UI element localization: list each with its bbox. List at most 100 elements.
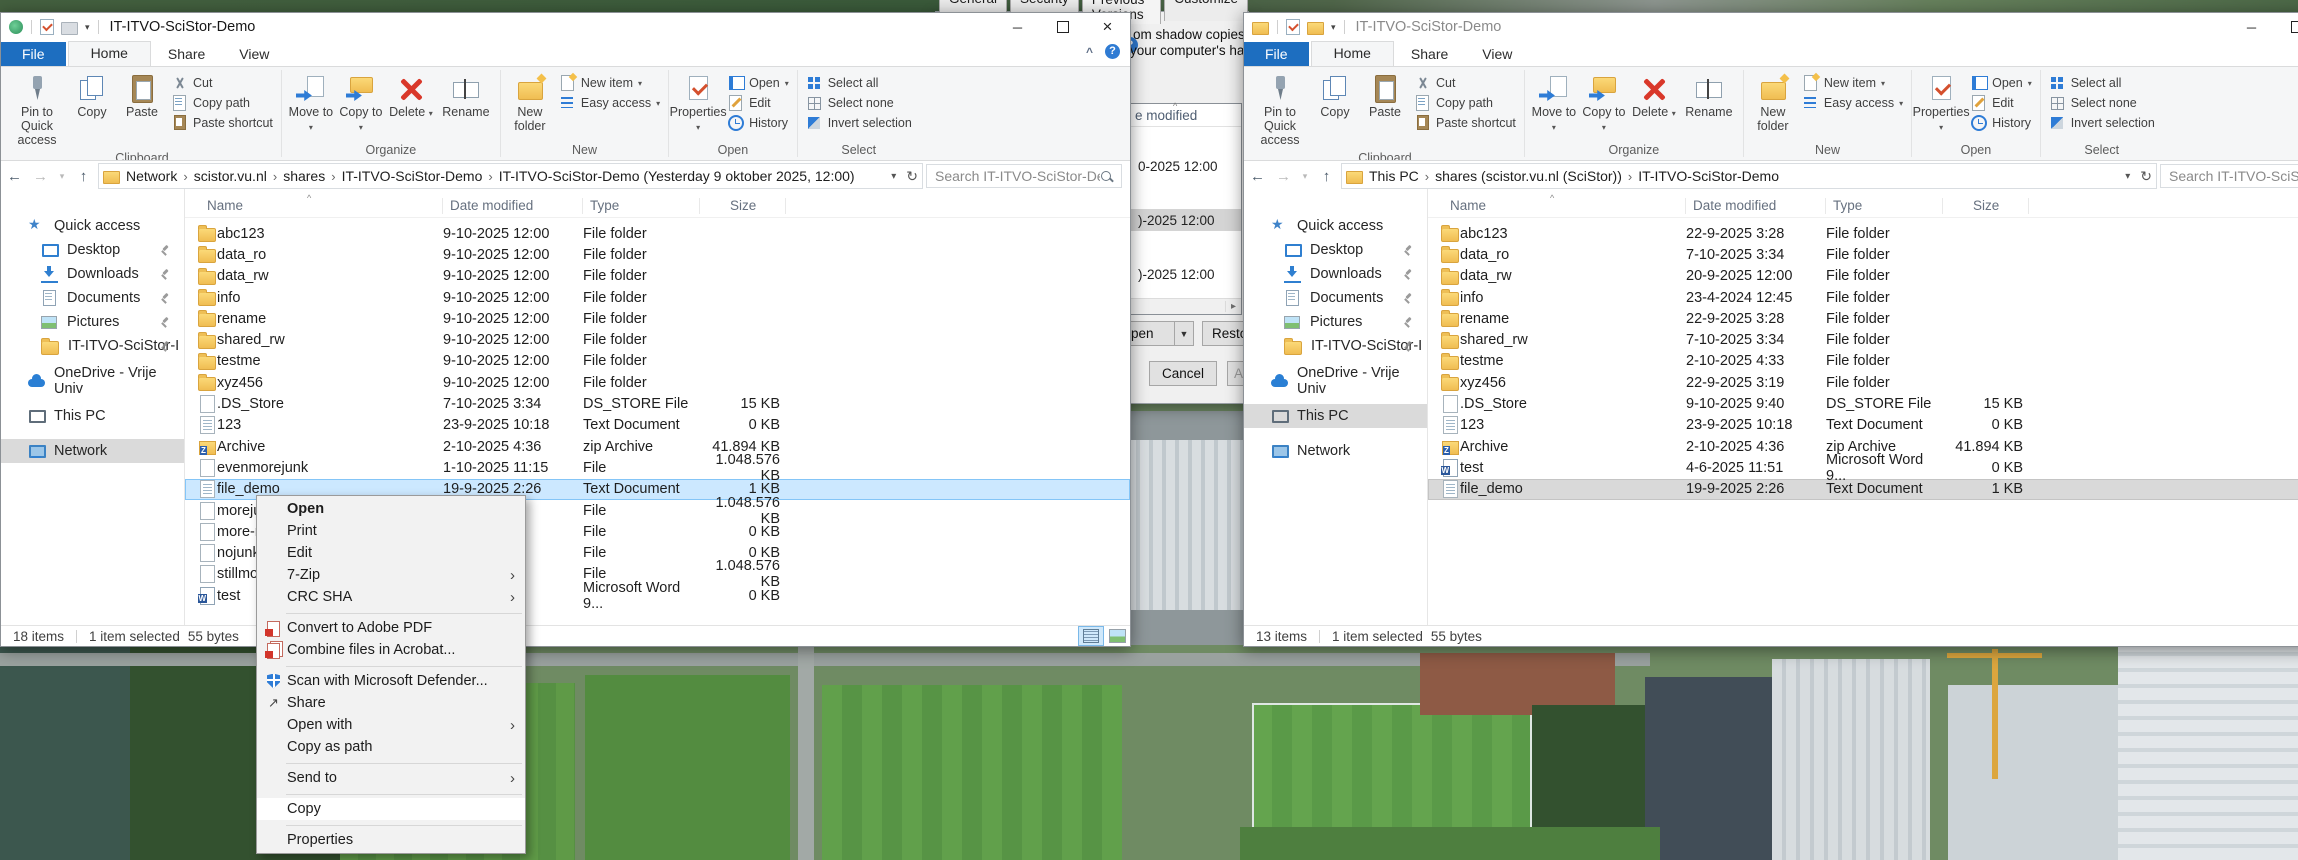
qat-customize-caret-icon[interactable]: ▾ [1331, 22, 1336, 33]
file-row-8[interactable]: .DS_Store 7-10-2025 3:34 DS_STORE File 1… [185, 393, 1130, 414]
file-row-2[interactable]: data_rw 20-9-2025 12:00 File folder [1428, 266, 2298, 287]
maximize-button[interactable] [1040, 13, 1085, 41]
easy-access-button[interactable]: Easy access ▾ [1799, 95, 1906, 111]
tab-home[interactable]: Home [67, 41, 151, 66]
address-bar[interactable]: This PC › shares (scistor.vu.nl (SciStor… [1341, 163, 2157, 189]
file-row-1[interactable]: data_ro 9-10-2025 12:00 File folder [185, 244, 1130, 265]
up-button[interactable]: ↑ [72, 168, 95, 185]
minimize-button[interactable]: ─ [2229, 13, 2274, 41]
new-folder-button[interactable]: New folder [1749, 70, 1797, 136]
file-row-5[interactable]: shared_rw 7-10-2025 3:34 File folder [1428, 329, 2298, 350]
history-button[interactable]: History [1967, 115, 2035, 131]
column-header-type[interactable]: Type [1826, 198, 1943, 214]
breadcrumb-item-1[interactable]: scistor.vu.nl [188, 168, 273, 184]
sidebar-item-8[interactable]: Network [1244, 439, 1427, 463]
search-box[interactable]: Search IT-ITVO-SciStor-Demo [926, 164, 1122, 188]
copy-button[interactable]: Copy [1311, 70, 1359, 122]
context-menu-item-17[interactable]: › [257, 820, 525, 829]
open-button[interactable]: Open ▾ [1967, 75, 2035, 91]
sidebar-item-4[interactable]: Pictures [1, 310, 184, 334]
file-row-6[interactable]: testme 9-10-2025 12:00 File folder [185, 351, 1130, 372]
edit-button[interactable]: Edit [724, 95, 792, 111]
file-row-4[interactable]: rename 9-10-2025 12:00 File folder [185, 308, 1130, 329]
file-row-9[interactable]: 123 23-9-2025 10:18 Text Document 0 KB [1428, 415, 2298, 436]
file-row-10[interactable]: Archive 2-10-2025 4:36 zip Archive 41.89… [185, 436, 1130, 457]
back-button[interactable]: ← [1246, 168, 1269, 185]
file-row-12[interactable]: file_demo 19-9-2025 2:26 Text Document 1… [1428, 478, 2298, 500]
new-folder-button[interactable]: New folder [506, 70, 554, 136]
context-menu-item-18[interactable]: Properties › [257, 829, 525, 851]
file-row-2[interactable]: data_rw 9-10-2025 12:00 File folder [185, 266, 1130, 287]
recent-locations-caret-icon[interactable]: ▾ [1298, 171, 1312, 182]
details-view-button[interactable] [1078, 626, 1104, 646]
column-header-type[interactable]: Type [583, 198, 700, 214]
context-menu-item-10[interactable]: Share › [257, 692, 525, 714]
edit-button[interactable]: Edit [1967, 95, 2035, 111]
folder-icon[interactable] [61, 21, 78, 35]
context-menu-item-4[interactable]: CRC SHA › [257, 586, 525, 608]
context-menu-item-2[interactable]: Edit › [257, 542, 525, 564]
tab-view[interactable]: View [1465, 42, 1529, 66]
move-to-button[interactable]: Move to ▾ [287, 70, 335, 136]
easy-access-button[interactable]: Easy access ▾ [556, 95, 663, 111]
sidebar-item-7[interactable]: This PC [1, 404, 184, 428]
file-row-3[interactable]: info 23-4-2024 12:45 File folder [1428, 287, 2298, 308]
breadcrumb-item-0[interactable]: This PC [1363, 168, 1425, 184]
refresh-icon[interactable]: ↻ [2140, 168, 2152, 185]
up-button[interactable]: ↑ [1315, 168, 1338, 185]
copy-to-button[interactable]: Copy to ▾ [337, 70, 385, 136]
invert-selection-button[interactable]: Invert selection [803, 115, 915, 131]
refresh-icon[interactable]: ↻ [906, 168, 918, 185]
breadcrumb-item-1[interactable]: shares (scistor.vu.nl (SciStor)) [1429, 168, 1628, 184]
open-dropdown[interactable]: ▼ [1174, 322, 1193, 345]
title-bar[interactable]: ▾ IT-ITVO-SciStor-Demo ─ × [1, 13, 1130, 41]
tab-home[interactable]: Home [1310, 41, 1394, 66]
tab-file[interactable]: File [1, 42, 66, 66]
context-menu-item-9[interactable]: Scan with Microsoft Defender... › [257, 670, 525, 692]
paste-shortcut-button[interactable]: Paste shortcut [1411, 115, 1519, 131]
file-row-11[interactable]: evenmorejunk 1-10-2025 11:15 File 1.048.… [185, 452, 1130, 484]
sidebar-item-1[interactable]: Desktop [1, 238, 184, 262]
context-menu-item-7[interactable]: Combine files in Acrobat... › [257, 639, 525, 661]
properties-button[interactable]: Properties ▾ [1913, 70, 1970, 136]
title-bar[interactable]: ▾ IT-ITVO-SciStor-Demo ─ × [1244, 13, 2298, 41]
cancel-button[interactable]: Cancel [1149, 361, 1217, 386]
select-none-button[interactable]: Select none [803, 95, 915, 111]
file-row-9[interactable]: 123 23-9-2025 10:18 Text Document 0 KB [185, 415, 1130, 436]
sidebar-item-3[interactable]: Documents [1244, 286, 1427, 310]
sidebar-item-8[interactable]: Network [1, 439, 184, 463]
sidebar-item-2[interactable]: Downloads [1244, 262, 1427, 286]
sidebar-item-6[interactable]: OneDrive - Vrije Univ [1244, 365, 1427, 397]
scroll-right-arrow-icon[interactable]: ▸ [1225, 301, 1241, 312]
select-none-button[interactable]: Select none [2046, 95, 2158, 111]
close-button[interactable]: × [1085, 13, 1130, 41]
sidebar-item-4[interactable]: Pictures [1244, 310, 1427, 334]
context-menu-item-8[interactable]: › [257, 661, 525, 670]
open-button[interactable]: Open ▾ [724, 75, 792, 91]
properties-shortcut-icon[interactable] [40, 19, 54, 35]
context-menu-item-14[interactable]: Send to › [257, 767, 525, 789]
column-header-date-modified[interactable]: Date modified [443, 198, 583, 214]
tab-share[interactable]: Share [151, 42, 222, 66]
copy-button[interactable]: Copy [68, 70, 116, 122]
file-row-6[interactable]: testme 2-10-2025 4:33 File folder [1428, 351, 2298, 372]
paste-button[interactable]: Paste [118, 70, 166, 122]
context-menu-item-11[interactable]: Open with › [257, 714, 525, 736]
forward-button[interactable]: → [29, 168, 52, 185]
select-all-button[interactable]: Select all [803, 75, 915, 91]
new-item-button[interactable]: New item ▾ [556, 75, 663, 91]
file-row-8[interactable]: .DS_Store 9-10-2025 9:40 DS_STORE File 1… [1428, 393, 2298, 414]
sidebar-item-5[interactable]: IT-ITVO-SciStor-I [1, 334, 184, 358]
properties-button[interactable]: Properties ▾ [670, 70, 727, 136]
address-bar[interactable]: Network › scistor.vu.nl › shares › IT-IT… [98, 163, 923, 189]
context-menu-item-0[interactable]: Open › [257, 498, 525, 520]
breadcrumb-item-3[interactable]: IT-ITVO-SciStor-Demo [336, 168, 489, 184]
history-button[interactable]: History [724, 115, 792, 131]
sidebar-item-6[interactable]: OneDrive - Vrije Univ [1, 365, 184, 397]
paste-shortcut-button[interactable]: Paste shortcut [168, 115, 276, 131]
address-dropdown-icon[interactable]: ▾ [2125, 171, 2130, 182]
minimize-button[interactable]: ─ [995, 13, 1040, 41]
file-row-1[interactable]: data_ro 7-10-2025 3:34 File folder [1428, 244, 2298, 265]
breadcrumb-item-2[interactable]: shares [277, 168, 331, 184]
breadcrumb-item-2[interactable]: IT-ITVO-SciStor-Demo [1632, 168, 1785, 184]
